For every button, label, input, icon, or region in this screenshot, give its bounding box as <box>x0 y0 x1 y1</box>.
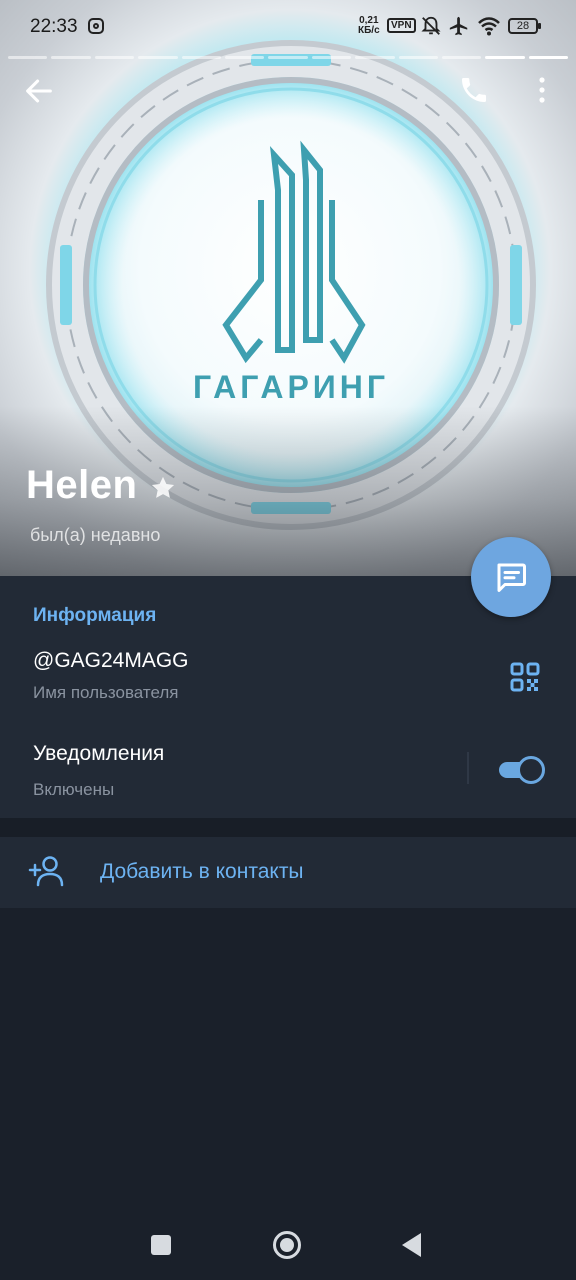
add-contact-button[interactable]: Добавить в контакты <box>0 837 576 908</box>
message-icon <box>497 563 526 592</box>
message-button[interactable] <box>471 537 551 617</box>
network-speed-unit: КБ/с <box>358 25 380 36</box>
recent-apps-button[interactable] <box>151 1235 171 1255</box>
add-person-icon <box>28 856 64 887</box>
notifications-label[interactable]: Уведомления <box>33 742 164 766</box>
status-bar: 22:33 0,21 КБ/с VPN 28 <box>0 0 576 56</box>
notifications-state: Включены <box>33 780 115 799</box>
info-section-title: Информация <box>33 605 157 626</box>
more-vertical-icon[interactable] <box>530 74 554 106</box>
info-section: Информация @GAG24MAGG Имя пользователя У… <box>0 576 576 818</box>
logo-text: ГАГАРИНГ <box>193 369 389 405</box>
profile-photo-image: ГАГАРИНГ <box>46 40 536 530</box>
story-progress <box>8 56 569 59</box>
instagram-icon <box>88 18 104 34</box>
section-divider <box>0 818 576 837</box>
add-contact-label: Добавить в контакты <box>100 860 304 883</box>
wifi-icon <box>478 17 500 36</box>
profile-name-row: Helen <box>26 463 177 508</box>
home-button[interactable] <box>273 1231 301 1259</box>
divider <box>467 752 469 784</box>
vpn-badge: VPN <box>387 18 416 33</box>
system-nav-bar <box>0 1200 576 1280</box>
profile-name: Helen <box>26 463 138 507</box>
phone-icon[interactable] <box>458 74 490 106</box>
back-arrow-icon[interactable] <box>22 74 56 108</box>
system-back-button[interactable] <box>402 1233 421 1257</box>
battery-icon: 28 <box>508 18 541 34</box>
status-time: 22:33 <box>30 16 78 37</box>
network-speed: 0,21 КБ/с <box>358 16 380 36</box>
last-seen-status: был(а) недавно <box>30 525 161 545</box>
star-icon[interactable] <box>149 474 177 502</box>
notifications-toggle[interactable] <box>497 754 547 784</box>
username-label: Имя пользователя <box>33 683 179 702</box>
airplane-icon <box>449 16 468 36</box>
username-value[interactable]: @GAG24MAGG <box>33 649 189 673</box>
mute-icon <box>421 16 441 35</box>
qr-code-icon[interactable] <box>510 662 540 692</box>
